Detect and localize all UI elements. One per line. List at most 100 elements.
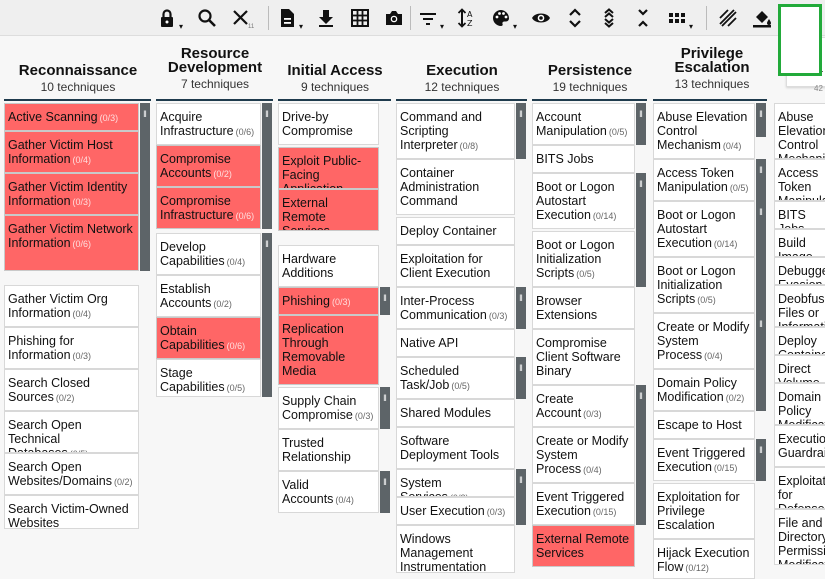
- subtechnique-toggle-bar[interactable]: ‖: [516, 287, 526, 329]
- subtechnique-toggle-bar[interactable]: ‖: [380, 387, 390, 429]
- technique-cell[interactable]: Boot or Logon Initialization Scripts (0/5…: [532, 231, 635, 287]
- tactic-header[interactable]: Privilege Escalation 13 techniques: [657, 46, 767, 91]
- technique-cell[interactable]: Exploit Public-Facing Application: [278, 147, 379, 189]
- subtechnique-toggle-bar[interactable]: ‖: [262, 233, 272, 397]
- technique-cell[interactable]: Scheduled Task/Job (0/5): [396, 357, 515, 399]
- technique-cell[interactable]: Native API: [396, 329, 515, 357]
- subtechnique-toggle-bar[interactable]: ‖: [380, 471, 390, 513]
- subtechnique-toggle-bar[interactable]: ‖: [140, 103, 150, 271]
- technique-cell[interactable]: Gather Victim Org Information (0/4): [4, 285, 139, 327]
- technique-cell[interactable]: Boot or Logon Initialization Scripts (0/5…: [653, 257, 755, 313]
- technique-cell[interactable]: Abuse Elevation Control Mechanism (0/4): [653, 103, 755, 159]
- technique-cell[interactable]: Gather Victim Host Information (0/4): [4, 131, 139, 173]
- technique-cell[interactable]: Debugger Evasion: [774, 257, 825, 285]
- technique-cell[interactable]: Access Token Manipulation: [774, 159, 825, 201]
- technique-cell[interactable]: Search Open Websites/Domains (0/2): [4, 453, 139, 495]
- technique-cell[interactable]: Compromise Infrastructure (0/6): [156, 187, 261, 229]
- technique-cell[interactable]: Supply Chain Compromise (0/3): [278, 387, 379, 429]
- technique-cell[interactable]: Boot or Logon Autostart Execution (0/14): [653, 201, 755, 257]
- expand-collapse-icon[interactable]: [563, 7, 587, 29]
- technique-cell[interactable]: Container Administration Command: [396, 159, 515, 215]
- sort-icon[interactable]: AZ: [455, 7, 479, 29]
- technique-cell[interactable]: Gather Victim Identity Information (0/3): [4, 173, 139, 215]
- camera-icon[interactable]: [382, 7, 406, 29]
- technique-cell[interactable]: Exploitation for Client Execution: [396, 245, 515, 287]
- technique-cell[interactable]: Windows Management Instrumentation: [396, 525, 515, 573]
- technique-cell[interactable]: Phishing for Information (0/3): [4, 327, 139, 369]
- subtechnique-toggle-bar[interactable]: ‖: [636, 173, 646, 287]
- color-palette-icon[interactable]: ▾: [489, 7, 517, 31]
- technique-cell[interactable]: Browser Extensions: [532, 287, 635, 329]
- subtechnique-toggle-bar[interactable]: ‖: [516, 469, 526, 525]
- technique-cell[interactable]: File and Directory Permissions Modificat…: [774, 509, 825, 565]
- subtechnique-toggle-bar[interactable]: ‖: [636, 103, 646, 145]
- technique-cell[interactable]: Hijack Execution Flow (0/12): [653, 539, 755, 579]
- technique-cell[interactable]: Active Scanning (0/3): [4, 103, 139, 131]
- technique-cell[interactable]: Access Token Manipulation (0/5): [653, 159, 755, 201]
- visibility-icon[interactable]: [529, 7, 553, 29]
- technique-cell[interactable]: Event Triggered Execution (0/15): [532, 483, 635, 525]
- technique-cell[interactable]: Domain Policy Modification (0/2): [653, 369, 755, 411]
- technique-cell[interactable]: Build Image: [774, 229, 825, 257]
- tactic-header[interactable]: Reconnaissance 10 techniques: [8, 47, 148, 94]
- technique-cell[interactable]: Account Manipulation (0/5): [532, 103, 635, 145]
- download-icon[interactable]: [314, 7, 338, 29]
- technique-cell[interactable]: BITS Jobs: [774, 201, 825, 229]
- technique-cell[interactable]: Direct Volume Access: [774, 355, 825, 383]
- technique-cell[interactable]: Obtain Capabilities (0/6): [156, 317, 261, 359]
- technique-cell[interactable]: Event Triggered Execution (0/15): [653, 439, 755, 481]
- technique-cell[interactable]: User Execution (0/3): [396, 497, 515, 525]
- technique-cell[interactable]: Deobfuscate/Decode Files or Information: [774, 285, 825, 327]
- lock-icon[interactable]: ▾: [155, 7, 183, 31]
- technique-cell[interactable]: Gather Victim Network Information (0/6): [4, 215, 139, 271]
- technique-cell[interactable]: Phishing (0/3): [278, 287, 379, 315]
- technique-cell[interactable]: Trusted Relationship: [278, 429, 379, 471]
- technique-cell[interactable]: Acquire Infrastructure (0/6): [156, 103, 261, 145]
- technique-cell[interactable]: Create or Modify System Process (0/4): [532, 427, 635, 483]
- subtechnique-toggle-bar[interactable]: ‖: [756, 313, 766, 411]
- layer-export-icon[interactable]: ▾: [275, 7, 303, 31]
- technique-cell[interactable]: Search Closed Sources (0/2): [4, 369, 139, 411]
- technique-cell[interactable]: Stage Capabilities (0/5): [156, 359, 261, 397]
- technique-cell[interactable]: BITS Jobs: [532, 145, 635, 173]
- layout-grid-icon[interactable]: ▾: [665, 7, 693, 31]
- technique-cell[interactable]: Replication Through Removable Media: [278, 315, 379, 385]
- technique-cell[interactable]: Execution Guardrails: [774, 425, 825, 467]
- technique-cell[interactable]: Compromise Accounts (0/2): [156, 145, 261, 187]
- technique-cell[interactable]: Search Open Technical Databases(0/5): [4, 411, 139, 453]
- technique-cell[interactable]: Exploitation for Defense Evasion: [774, 467, 825, 509]
- technique-cell[interactable]: System Services(0/2): [396, 469, 515, 497]
- tactic-header[interactable]: Execution 12 techniques: [400, 47, 524, 94]
- fill-color-icon[interactable]: [750, 7, 774, 29]
- technique-cell[interactable]: Compromise Client Software Binary: [532, 329, 635, 385]
- technique-cell[interactable]: Create Account (0/3): [532, 385, 635, 427]
- technique-cell[interactable]: Domain Policy Modification: [774, 383, 825, 425]
- tactic-header[interactable]: Resource Development 7 techniques: [150, 46, 280, 91]
- background-pattern-icon[interactable]: [716, 7, 740, 29]
- technique-cell[interactable]: Abuse Elevation Control Mechanism: [774, 103, 825, 159]
- tactic-header[interactable]: Persistence 19 techniques: [536, 47, 644, 94]
- table-view-icon[interactable]: [348, 7, 372, 29]
- subtechnique-toggle-bar[interactable]: ‖: [262, 103, 272, 229]
- technique-cell[interactable]: Software Deployment Tools: [396, 427, 515, 469]
- collapse-all-icon[interactable]: [631, 7, 655, 29]
- filter-icon[interactable]: ▾: [416, 7, 444, 31]
- technique-cell[interactable]: Boot or Logon Autostart Execution (0/14): [532, 173, 635, 229]
- technique-cell[interactable]: Command and Scripting Interpreter (0/8): [396, 103, 515, 159]
- technique-cell[interactable]: Establish Accounts (0/2): [156, 275, 261, 317]
- technique-cell[interactable]: Inter-Process Communication (0/3): [396, 287, 515, 329]
- tactic-header[interactable]: Initial Access 9 techniques: [282, 47, 388, 94]
- technique-cell[interactable]: External Remote Services: [278, 189, 379, 231]
- technique-cell[interactable]: External Remote Services: [532, 525, 635, 567]
- technique-cell[interactable]: Escape to Host: [653, 411, 755, 439]
- technique-cell[interactable]: Shared Modules: [396, 399, 515, 427]
- technique-cell[interactable]: Valid Accounts (0/4): [278, 471, 379, 513]
- subtechnique-toggle-bar[interactable]: ‖: [756, 103, 766, 137]
- subtechnique-toggle-bar[interactable]: ‖: [516, 103, 526, 159]
- subtechnique-toggle-bar[interactable]: ‖: [636, 385, 646, 525]
- technique-cell[interactable]: Drive-by Compromise: [278, 103, 379, 145]
- technique-cell[interactable]: Hardware Additions: [278, 245, 379, 287]
- subtechnique-toggle-bar[interactable]: ‖: [516, 357, 526, 399]
- subtechnique-toggle-bar[interactable]: ‖: [756, 159, 766, 201]
- subtechnique-toggle-bar[interactable]: ‖: [756, 201, 766, 313]
